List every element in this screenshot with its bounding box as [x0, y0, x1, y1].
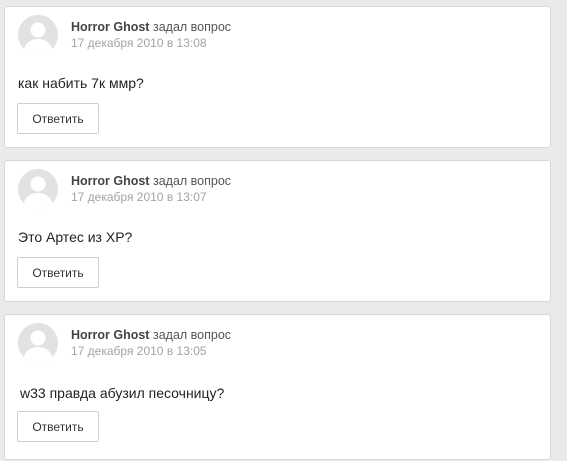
post-timestamp[interactable]: 17 декабря 2010 в 13:08 [71, 35, 231, 52]
question-text: w33 правда абузил песочницу? [20, 385, 225, 401]
question-text: Это Артес из XP? [18, 229, 133, 245]
feed-card: Horror Ghost задал вопрос 17 декабря 201… [4, 314, 551, 460]
post-action: задал вопрос [152, 328, 232, 342]
user-avatar-icon[interactable] [18, 15, 58, 55]
reply-button[interactable]: Ответить [17, 103, 99, 134]
post-meta: Horror Ghost задал вопрос 17 декабря 201… [71, 173, 231, 206]
feed-card: Horror Ghost задал вопрос 17 декабря 201… [4, 6, 551, 148]
question-text: как набить 7к ммр? [18, 75, 144, 91]
user-avatar-icon[interactable] [18, 323, 58, 363]
user-avatar-icon[interactable] [18, 169, 58, 209]
author-name[interactable]: Horror Ghost [71, 20, 149, 34]
author-line: Horror Ghost задал вопрос [71, 327, 231, 344]
post-meta: Horror Ghost задал вопрос 17 декабря 201… [71, 19, 231, 52]
author-name[interactable]: Horror Ghost [71, 174, 149, 188]
reply-button[interactable]: Ответить [17, 257, 99, 288]
post-meta: Horror Ghost задал вопрос 17 декабря 201… [71, 327, 231, 360]
post-action: задал вопрос [152, 20, 232, 34]
author-line: Horror Ghost задал вопрос [71, 173, 231, 190]
post-timestamp[interactable]: 17 декабря 2010 в 13:05 [71, 343, 231, 360]
author-line: Horror Ghost задал вопрос [71, 19, 231, 36]
feed-card: Horror Ghost задал вопрос 17 декабря 201… [4, 160, 551, 302]
reply-button[interactable]: Ответить [17, 411, 99, 442]
post-action: задал вопрос [152, 174, 232, 188]
post-timestamp[interactable]: 17 декабря 2010 в 13:07 [71, 189, 231, 206]
question-feed: Horror Ghost задал вопрос 17 декабря 201… [4, 6, 551, 460]
author-name[interactable]: Horror Ghost [71, 328, 149, 342]
